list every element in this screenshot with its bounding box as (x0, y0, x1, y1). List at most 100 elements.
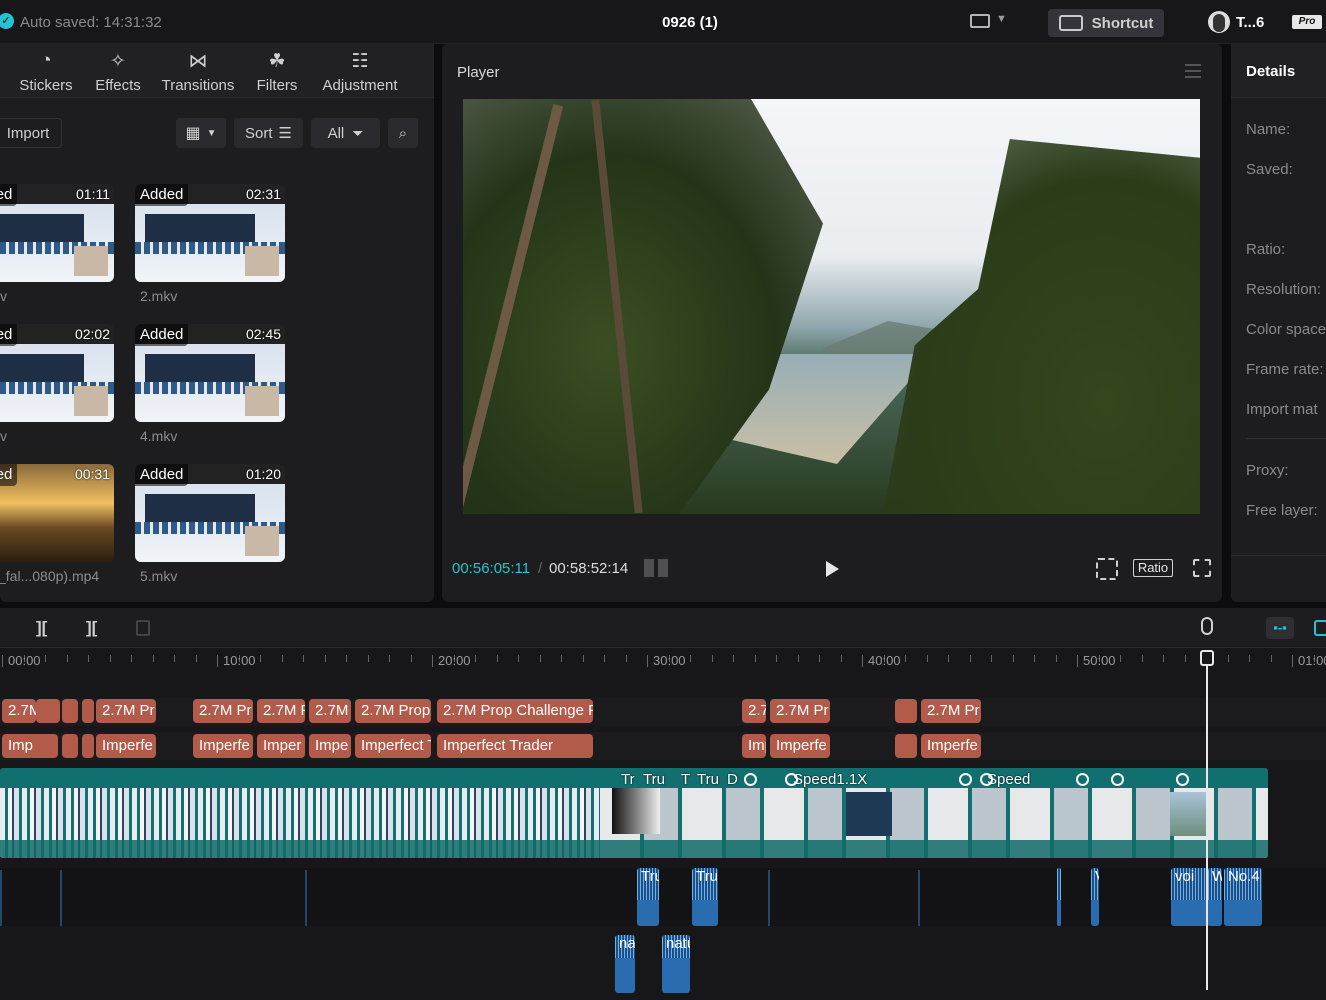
fullscreen-icon[interactable] (1193, 559, 1211, 577)
text-clip[interactable]: Impe (309, 734, 351, 758)
ruler-tick (1034, 655, 1035, 662)
media-filename: v (0, 288, 7, 304)
text-clip[interactable]: Imperfe (770, 734, 830, 758)
fit-view-icon[interactable] (1096, 558, 1118, 580)
playhead-handle[interactable] (1200, 650, 1214, 666)
text-clip[interactable]: Imperfect T (355, 734, 431, 758)
top-bar: ✓ Auto saved: 14:31:32 0926 (1) ▼ Shortc… (0, 0, 1326, 44)
current-time: 00:56:05:11 (452, 560, 531, 577)
ruler-tick (432, 655, 433, 667)
total-time: 00:58:52:14 (549, 560, 629, 577)
search-button[interactable]: ⌕ (388, 118, 418, 148)
video-clip-label: D (727, 771, 738, 788)
text-clip[interactable]: Imp (742, 734, 766, 758)
ruler-label: 50:00 (1083, 653, 1116, 668)
text-clip[interactable]: Imperfe (96, 734, 156, 758)
media-thumbnail[interactable]: Added 02:31 (135, 184, 285, 282)
media-thumbnail[interactable]: Added 02:45 (135, 324, 285, 422)
ruler-tick (410, 655, 412, 662)
text-clip[interactable] (82, 699, 94, 723)
text-clip[interactable]: 2.7M Prop (355, 699, 431, 723)
media-thumbnail[interactable]: Added 01:11 (0, 184, 114, 282)
added-badge: Added (0, 324, 18, 346)
text-clip[interactable]: 2.7 (742, 699, 766, 723)
text-clip[interactable]: 2.7M (2, 699, 36, 723)
transitions-icon[interactable]: ⋈ (188, 50, 208, 73)
audio-clip[interactable]: natu (662, 935, 690, 993)
audio-clip[interactable]: Tru (692, 868, 718, 926)
sort-button[interactable]: Sort ☰ (234, 118, 303, 148)
text-clip[interactable]: Imperfect Trader (437, 734, 593, 758)
ruler-tick (776, 655, 777, 662)
filters-icon[interactable]: ☘ (267, 50, 287, 73)
grid-icon: ▦ (185, 125, 201, 142)
split-left-icon[interactable]: ][ (36, 618, 47, 638)
text-clip[interactable]: 2.7M Pr (96, 699, 156, 723)
text-clip[interactable]: 2.7M P (257, 699, 305, 723)
text-clip[interactable] (62, 699, 78, 723)
sticker-icon[interactable]: ◔ (36, 50, 56, 72)
timeline-view-icon[interactable] (644, 559, 670, 577)
ruler-tick (711, 655, 713, 662)
text-clip[interactable]: 2.7M (309, 699, 351, 723)
media-thumbnail[interactable]: Added 00:31 (0, 464, 114, 562)
timeline-toolbar (0, 608, 1326, 648)
text-clip[interactable]: Imper (257, 734, 305, 758)
text-clip[interactable]: 2.7M Pr (770, 699, 830, 723)
text-clip[interactable]: Imperfe (193, 734, 253, 758)
text-clip[interactable] (895, 699, 917, 723)
media-filename: v (0, 428, 7, 444)
snap-icon[interactable] (1314, 620, 1326, 636)
ruler-tick (754, 655, 756, 662)
avatar[interactable] (1208, 11, 1230, 33)
audio-clip[interactable]: No.4 (1224, 868, 1262, 926)
playhead-line[interactable] (1206, 660, 1208, 990)
menu-icon[interactable] (1185, 64, 1201, 78)
text-clip[interactable]: Imperfe (921, 734, 981, 758)
user-name[interactable]: T...6 (1236, 14, 1264, 31)
audio-clip[interactable]: V (1091, 868, 1099, 926)
text-clip[interactable]: Imp (2, 734, 58, 758)
project-title[interactable]: 0926 (1) (600, 14, 780, 31)
ruler-tick (948, 655, 949, 662)
shortcut-button[interactable]: Shortcut (1048, 9, 1164, 37)
play-icon[interactable] (826, 561, 839, 577)
text-clip[interactable] (895, 734, 917, 758)
view-toggle-button[interactable]: ▦ ▼ (176, 118, 226, 148)
audio-clip[interactable] (1057, 868, 1061, 926)
text-clip[interactable]: 2.7M Prop Challenge F (437, 699, 593, 723)
tab-adjustment[interactable]: Adjustment (300, 77, 420, 94)
text-clip[interactable] (62, 734, 78, 758)
audio-marker (768, 870, 770, 926)
media-thumbnail[interactable]: Added 01:20 (135, 464, 285, 562)
effects-icon[interactable]: ✧ (108, 50, 128, 73)
import-button[interactable]: Import (0, 118, 62, 148)
ruler-tick (1292, 655, 1293, 667)
text-clip[interactable] (36, 699, 60, 723)
media-thumbnail[interactable]: Added 02:02 (0, 324, 114, 422)
ruler-tick (926, 655, 928, 662)
video-preview[interactable] (463, 99, 1200, 514)
split-right-icon[interactable]: ][ (86, 618, 97, 638)
clip-duration: 01:11 (76, 186, 110, 202)
delete-icon[interactable] (136, 620, 150, 636)
search-icon: ⌕ (398, 124, 408, 142)
text-clip[interactable] (82, 734, 94, 758)
audio-clip[interactable]: W (1208, 868, 1222, 926)
text-clip[interactable]: 2.7M Pr (921, 699, 981, 723)
audio-clip[interactable]: na (615, 935, 635, 993)
audio-clip[interactable]: voi (1171, 868, 1211, 926)
pro-badge: Pro (1292, 15, 1322, 29)
layout-icon[interactable] (970, 14, 990, 28)
adjustment-icon[interactable]: ☷ (350, 50, 370, 73)
details-field-label: Saved: (1246, 161, 1293, 178)
filter-all-button[interactable]: All ⏷ (311, 118, 380, 148)
link-toggle-icon[interactable]: ▪-▪ (1266, 617, 1294, 639)
chevron-down-icon: ▼ (206, 127, 217, 139)
audio-clip[interactable]: Tru (637, 868, 659, 926)
chevron-down-icon[interactable]: ▼ (996, 13, 1007, 25)
text-clip[interactable]: 2.7M Pr (193, 699, 253, 723)
microphone-icon[interactable] (1201, 617, 1213, 635)
ratio-button[interactable]: Ratio (1133, 559, 1173, 577)
ruler-tick (625, 655, 627, 662)
